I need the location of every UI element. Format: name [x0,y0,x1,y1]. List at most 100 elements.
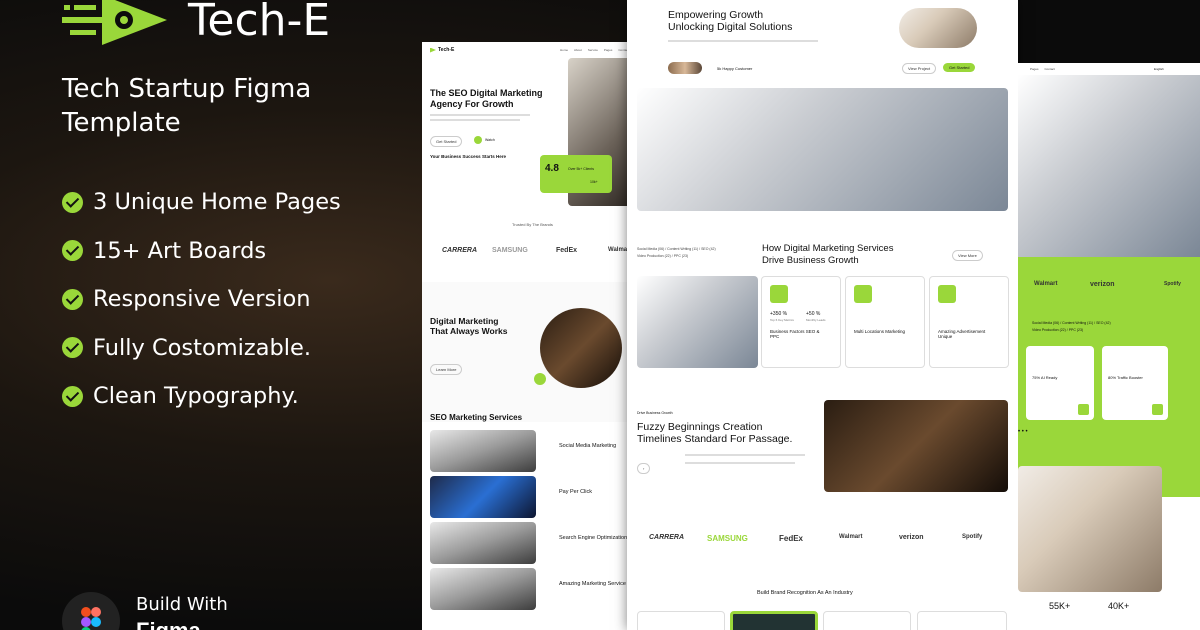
meeting-photo [824,400,1008,492]
bottom-card [917,611,1007,630]
arrow-icon[interactable] [1078,404,1089,415]
brand-logo-verizon: verizon [1090,281,1115,288]
fuzzy-title: Fuzzy Beginnings Creation [637,421,763,433]
stat-value: 40K+ [1108,601,1130,611]
services-title-2: Drive Business Growth [762,255,859,266]
brand-logo-fedex: FedEx [556,247,578,254]
check-icon [62,385,83,407]
text-line [685,454,805,456]
play-icon[interactable] [474,136,482,144]
watch-label: Watch [485,138,495,142]
feature-item: 3 Unique Home Pages [62,178,341,227]
card-stat: +350 % [770,311,788,317]
arrow-icon[interactable] [1152,404,1163,415]
dm-title: Digital Marketing [430,316,499,326]
logo-icon [430,47,436,53]
feature-item: Responsive Version [62,275,341,324]
feature-item: Clean Typography. [62,372,341,421]
clients-label: Over 5k+ Clients [568,167,594,171]
feature-item: Fully Costomizable. [62,324,341,373]
card-title: Amazing Advertisement Unique [938,329,986,339]
brand-logo-walmart: Walmart [1034,281,1058,287]
check-icon [62,337,83,359]
nav-item[interactable]: Home [560,48,568,52]
hero-title: Empowering Growth [668,9,764,21]
hero-text-line [430,119,520,121]
card-title: 75% AI Ready [1032,375,1058,380]
meeting-photo [1018,75,1200,257]
nav-item[interactable]: Service [588,48,598,52]
feature-card[interactable]: 80% Traffic Booster [1102,346,1168,420]
hero-text-line [430,114,530,116]
services-title: How Digital Marketing Services [762,243,894,254]
service-card[interactable]: +350 % +50 % Top 6 Key Metrics Monthly L… [761,276,841,368]
bottom-card [823,611,911,630]
learn-more-button[interactable]: Learn More [430,364,463,375]
feature-label: Fully Costomizable. [93,334,312,361]
bottom-card [637,611,725,630]
rating-value: 4.8 [545,163,559,174]
service-card[interactable]: Amazing Advertisement Unique [929,276,1009,368]
card-title: 80% Traffic Booster [1108,375,1143,380]
avatar-group [668,62,702,74]
card-stat-label: Monthly Leads [806,318,826,322]
brand-logo-verizon: verizon [899,534,924,541]
left-page-mockup: Tech-E Home About Service Pages Contact … [422,42,636,630]
drive-label: Drive Business Growth [637,411,673,415]
figma-logo-icon [62,592,120,630]
tech-e-logo-icon [62,0,167,45]
language-select[interactable]: English [1154,67,1164,71]
hero-title: The SEO Digital Marketing [430,88,543,98]
check-icon [62,240,83,262]
mock-logo: Tech-E [430,47,454,53]
get-started-button[interactable]: Get Started [430,136,463,147]
service-label: Search Engine Optimization [559,535,628,541]
feature-item: 15+ Art Boards [62,227,341,276]
get-started-button[interactable]: Get Started [943,63,976,72]
dm-title-2: That Always Works [430,326,508,336]
hero-title-2: Unlocking Digital Solutions [668,21,793,33]
figma-label: Figma [136,618,201,630]
seo-title: SEO Marketing Services [430,413,523,422]
service-card[interactable]: Multi Locations Marketing [845,276,925,368]
chart-icon [770,285,788,303]
service-photo [430,568,536,610]
hero-title-2: Agency For Growth [430,99,514,109]
nav-item[interactable]: Pages [604,48,613,52]
mock-nav: Pages Contact [1030,67,1055,71]
brand-logo-walmart: Walmart [839,534,863,540]
check-icon [62,191,83,213]
brand-logo-carrera: CARRERA [649,534,684,541]
brand-name: Tech-E [188,0,331,46]
nav-item[interactable]: Contact [1045,67,1055,71]
feature-label: Responsive Version [93,286,311,313]
feature-label: 3 Unique Home Pages [93,189,341,216]
brand-logo-spotify: Spotify [1164,281,1181,287]
service-label: Social Media Marketing [559,443,617,449]
nav-item[interactable]: About [574,48,582,52]
build-brand-label: Build Brand Recognition As An Industry [757,590,853,596]
view-more-button[interactable]: View More [952,250,983,261]
rating-card: 4.8 Over 5k+ Clients 10k+ [540,155,612,193]
service-photo [430,522,536,564]
trusted-label: Trusted By The Brands [512,222,553,227]
bottom-card-active [730,611,818,630]
explore-button[interactable]: › [637,463,651,474]
mock-nav: Home About Service Pages Contact [560,48,629,52]
service-photo [430,430,536,472]
view-project-button[interactable]: View Project [902,63,937,74]
feature-card[interactable]: 75% AI Ready [1026,346,1094,420]
feature-label: 15+ Art Boards [93,237,267,264]
tags-line-2: Video Production (22) / PPC (23) [1032,328,1084,332]
stat-value: 55K+ [1049,601,1071,611]
feature-label: Clean Typography. [93,383,299,410]
hero-photo [899,8,977,48]
nav-item[interactable]: Pages [1030,67,1039,71]
office-photo [1018,466,1162,592]
brand-logo-carrera: CARRERA [442,247,477,254]
brand-logo-samsung: SAMSUNG [707,534,748,543]
feature-list: 3 Unique Home Pages 15+ Art Boards Respo… [62,178,341,421]
check-icon [62,288,83,310]
service-label: Pay Per Click [559,489,593,495]
carousel-dots[interactable]: • • • [1018,429,1028,435]
